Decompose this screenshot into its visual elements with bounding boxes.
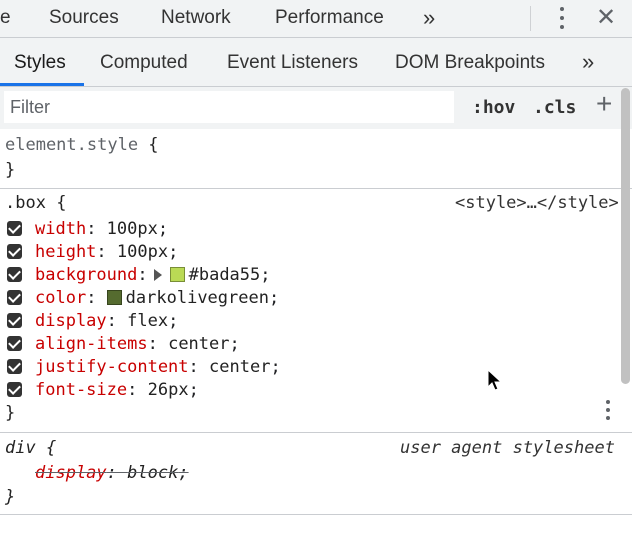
declaration: display: flex; [35, 311, 179, 331]
hover-state-button[interactable]: :hov [472, 97, 515, 118]
property-value[interactable]: 100px [117, 242, 168, 262]
active-tab-indicator [0, 83, 84, 86]
rule-close-brace: } [5, 487, 16, 507]
color-swatch[interactable] [169, 267, 185, 282]
rule-selector[interactable]: .box [5, 193, 46, 213]
rule-divider [0, 432, 632, 433]
property-value[interactable]: 100px [107, 219, 158, 239]
rule-selector: div [5, 438, 36, 458]
rule-menu-icon[interactable] [605, 400, 611, 422]
declaration-checkbox[interactable] [7, 267, 22, 282]
property-name[interactable]: display [35, 311, 107, 331]
declaration-checkbox[interactable] [7, 244, 22, 259]
property-name[interactable]: align-items [35, 334, 148, 354]
user-agent-source: user agent stylesheet [400, 438, 615, 458]
property-value[interactable]: center [209, 357, 270, 377]
rule-selector-line: .box { [5, 193, 66, 213]
tab-computed[interactable]: Computed [100, 52, 188, 74]
declaration-checkbox[interactable] [7, 359, 22, 374]
stylesheet-source-link[interactable]: <style>…</style> [455, 193, 619, 213]
tab-sources[interactable]: Sources [49, 7, 119, 29]
scrollbar-thumb[interactable] [621, 88, 630, 384]
expand-triangle-icon[interactable] [153, 269, 162, 281]
declaration-checkbox[interactable] [7, 313, 22, 328]
rule-divider [0, 188, 632, 189]
declaration: width: 100px; [35, 219, 169, 239]
rule-close-brace[interactable]: } [5, 160, 15, 180]
property-name[interactable]: background [35, 265, 137, 285]
declaration-checkbox[interactable] [7, 290, 22, 305]
declaration-checkbox[interactable] [7, 382, 22, 397]
rule-open-brace: { [35, 438, 57, 458]
declaration: font-size: 26px; [35, 380, 199, 400]
new-style-rule-button[interactable]: + [596, 89, 612, 119]
property-name[interactable]: color [35, 288, 86, 308]
declaration: background: #bada55; [35, 265, 271, 285]
more-tabs-icon[interactable]: » [423, 5, 435, 31]
customize-menu-icon[interactable] [559, 6, 565, 30]
property-name[interactable]: justify-content [35, 357, 189, 377]
property-value[interactable]: 26px [148, 380, 189, 400]
rule-selector-line: element.style { [5, 135, 159, 155]
tab-elements-partial[interactable]: e [0, 7, 11, 29]
property-name[interactable]: height [35, 242, 96, 262]
tab-styles[interactable]: Styles [14, 52, 66, 74]
declaration: color: darkolivegreen; [35, 288, 280, 308]
tab-event-listeners[interactable]: Event Listeners [227, 52, 358, 74]
declaration-checkbox[interactable] [7, 221, 22, 236]
rule-close-brace[interactable]: } [5, 403, 15, 423]
property-value[interactable]: #bada55 [189, 265, 261, 285]
property-value[interactable]: flex [127, 311, 168, 331]
top-tab-bar: e Sources Network Performance » ✕ [0, 0, 632, 38]
toolbar-separator [530, 6, 531, 31]
property-value[interactable]: darkolivegreen [126, 288, 269, 308]
property-value[interactable]: center [168, 334, 229, 354]
mouse-cursor-icon [487, 369, 503, 391]
rule-open-brace: { [138, 135, 159, 155]
declaration: justify-content: center; [35, 357, 281, 377]
property-name[interactable]: width [35, 219, 86, 239]
sidebar-tab-bar: Styles Computed Event Listeners DOM Brea… [0, 38, 632, 87]
property-name[interactable]: font-size [35, 380, 127, 400]
rule-divider [0, 514, 632, 515]
color-swatch[interactable] [106, 290, 122, 305]
close-icon[interactable]: ✕ [596, 3, 616, 32]
filter-input[interactable] [4, 91, 454, 123]
tab-dom-breakpoints[interactable]: DOM Breakpoints [395, 52, 545, 74]
tab-network[interactable]: Network [161, 7, 231, 29]
property-value: block [127, 463, 179, 483]
styles-toolbar: :hov .cls + [0, 87, 632, 129]
class-toggle-button[interactable]: .cls [533, 97, 576, 118]
overridden-declaration: display: block; [35, 463, 189, 483]
property-name: display [35, 463, 107, 483]
rule-open-brace: { [45, 193, 67, 213]
declaration: align-items: center; [35, 334, 240, 354]
more-sidebar-tabs-icon[interactable]: » [582, 49, 594, 75]
rule-selector-line: div { [5, 438, 56, 458]
declaration-checkbox[interactable] [7, 336, 22, 351]
rule-selector[interactable]: element.style [5, 135, 138, 155]
declaration: height: 100px; [35, 242, 179, 262]
tab-performance[interactable]: Performance [275, 7, 384, 29]
